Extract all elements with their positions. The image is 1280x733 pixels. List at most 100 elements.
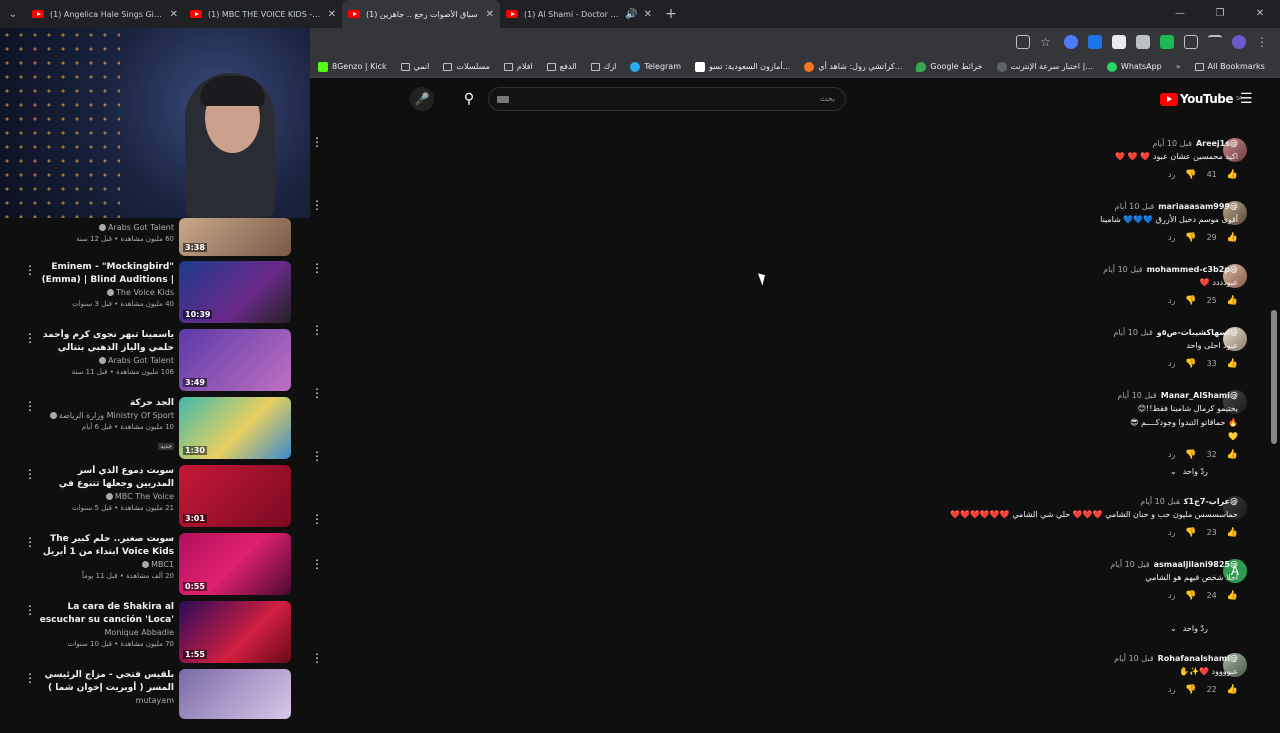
dislike-icon[interactable]: 👎 xyxy=(1185,357,1196,371)
reply-button[interactable]: رد xyxy=(1168,357,1175,371)
extension-icon[interactable] xyxy=(1112,35,1126,49)
reply-button[interactable]: رد xyxy=(1168,168,1175,182)
kebab-menu-icon[interactable]: ⋮ xyxy=(311,449,323,463)
video-thumbnail[interactable]: 3:49 xyxy=(179,329,291,391)
tab-2[interactable]: (1) MBC THE VOICE KIDS - You ✕ xyxy=(184,0,342,28)
comment-author[interactable]: @Manar_AlShami xyxy=(1161,391,1238,400)
video-item[interactable]: ⋮ La cara de Shakira al escuchar su canc… xyxy=(0,601,310,665)
tab-1[interactable]: (1) Angelica Hale Sings Girl On ✕ xyxy=(26,0,184,28)
close-tab-icon[interactable]: ✕ xyxy=(328,9,336,20)
comment-time[interactable]: قبل 10 أيام xyxy=(1103,265,1142,274)
comment-time[interactable]: قبل 10 أيام xyxy=(1117,391,1156,400)
like-icon[interactable]: 👍 xyxy=(1227,168,1238,182)
like-icon[interactable]: 👍 xyxy=(1227,589,1238,603)
bookmark-maps[interactable]: Google خرائط xyxy=(916,61,983,72)
bookmark-crunchyroll[interactable]: كراتشي رول: شاهد أي... xyxy=(804,61,902,72)
video-title[interactable]: الجد حركة xyxy=(38,397,174,410)
dislike-icon[interactable]: 👎 xyxy=(1185,231,1196,245)
bookmark-kick[interactable]: 8Genzo | Kick xyxy=(318,61,387,72)
install-app-icon[interactable] xyxy=(1016,35,1030,49)
kebab-menu-icon[interactable]: ⋮ xyxy=(311,261,323,275)
comment-time[interactable]: قبل 10 أيام xyxy=(1115,202,1154,211)
bookmark-folder[interactable]: انمي xyxy=(400,62,429,71)
video-title[interactable]: سوبت صغير.. حلم كبير The Voice Kids ابتد… xyxy=(38,533,174,559)
comment-author[interactable]: @mariaaasam999 xyxy=(1158,202,1238,211)
bookmark-amazon[interactable]: أمازون السعودية: تسو... xyxy=(695,61,790,72)
like-icon[interactable]: 👍 xyxy=(1227,683,1238,697)
channel-name[interactable]: Ministry Of Sport وزارة الرياضة xyxy=(38,410,174,422)
like-icon[interactable]: 👍 xyxy=(1227,294,1238,308)
channel-name[interactable]: The Voice Kids xyxy=(38,287,174,299)
hamburger-menu-icon[interactable]: ☰ xyxy=(1240,92,1253,106)
channel-name[interactable]: mutayam xyxy=(38,695,174,707)
youtube-logo[interactable]: YouTube SA xyxy=(1160,92,1242,106)
video-item[interactable]: ⋮ Eminem - "Mockingbird" (Emma) | Blind … xyxy=(0,261,310,325)
comment-time[interactable]: قبل 10 أيام xyxy=(1153,139,1192,148)
video-thumbnail[interactable] xyxy=(179,669,291,719)
bookmark-whatsapp[interactable]: WhatsApp xyxy=(1106,61,1162,72)
tab-search-icon[interactable]: ⌄ xyxy=(0,0,26,28)
kebab-menu-icon[interactable]: ⋮ xyxy=(311,135,323,149)
page-scrollbar[interactable] xyxy=(1271,310,1277,444)
video-item[interactable]: ⋮ سوبت دموع الذي أسر المدربين وجعلها تتن… xyxy=(0,465,310,529)
bookmark-telegram[interactable]: Telegram xyxy=(630,61,681,72)
comment-time[interactable]: قبل 10 أيام xyxy=(1110,560,1149,569)
comment-author[interactable]: @اسهاكشيبات-ص٥و xyxy=(1157,328,1238,337)
reply-button[interactable]: رد xyxy=(1168,231,1175,245)
channel-name[interactable]: Arabs Got Talent xyxy=(38,355,174,367)
channel-name[interactable]: MBC1 xyxy=(38,559,174,571)
kebab-menu-icon[interactable]: ⋮ xyxy=(311,198,323,212)
show-replies-button[interactable]: ⌄ ردّ واحد xyxy=(1170,624,1208,633)
dislike-icon[interactable]: 👎 xyxy=(1185,526,1196,540)
mute-tab-icon[interactable]: 🔊 xyxy=(625,9,637,20)
video-item[interactable]: ⋮ الجد حركة Ministry Of Sport وزارة الري… xyxy=(0,397,310,461)
dislike-icon[interactable]: 👎 xyxy=(1185,589,1196,603)
kebab-menu-icon[interactable]: ⋮ xyxy=(311,557,323,571)
like-icon[interactable]: 👍 xyxy=(1227,231,1238,245)
close-window-icon[interactable]: ✕ xyxy=(1240,0,1280,28)
extension-icon[interactable] xyxy=(1160,35,1174,49)
close-tab-icon[interactable]: ✕ xyxy=(486,9,494,20)
restore-icon[interactable]: ❐ xyxy=(1200,0,1240,28)
minimize-icon[interactable]: — xyxy=(1160,0,1200,28)
video-title[interactable]: ياسمينا تبهر نجوى كرم وأحمد حلمي والياز … xyxy=(38,329,174,355)
like-icon[interactable]: 👍 xyxy=(1227,448,1238,462)
kebab-menu-icon[interactable]: ⋮ xyxy=(24,331,36,345)
kebab-menu-icon[interactable]: ⋮ xyxy=(24,467,36,481)
voice-search-button[interactable]: 🎤 xyxy=(410,87,434,111)
video-thumbnail[interactable]: 0:55 xyxy=(179,533,291,595)
video-item[interactable]: ⋮ ياسمينا تبهر نجوى كرم وأحمد حلمي واليا… xyxy=(0,329,310,393)
comment-time[interactable]: قبل 10 أيام xyxy=(1140,497,1180,506)
kebab-menu-icon[interactable]: ⋮ xyxy=(311,651,323,665)
dislike-icon[interactable]: 👎 xyxy=(1185,168,1196,182)
reply-button[interactable]: رد xyxy=(1168,526,1175,540)
search-input[interactable]: بحث xyxy=(488,87,846,111)
video-thumbnail[interactable]: 1:55 xyxy=(179,601,291,663)
bookmark-star-icon[interactable]: ☆ xyxy=(1040,35,1054,49)
dislike-icon[interactable]: 👎 xyxy=(1185,448,1196,462)
close-tab-icon[interactable]: ✕ xyxy=(644,9,652,20)
video-title[interactable]: Eminem - "Mockingbird" (Emma) | Blind Au… xyxy=(38,261,174,287)
video-title[interactable]: La cara de Shakira al escuchar su canció… xyxy=(38,601,174,627)
tab-4[interactable]: (1) Al Shami - Doctor [Offici 🔊 ✕ xyxy=(500,0,658,28)
bookmark-folder[interactable]: ازك xyxy=(590,62,616,71)
channel-name[interactable]: Monique Abbadie xyxy=(38,627,174,639)
menu-kebab-icon[interactable]: ⋮ xyxy=(1256,35,1270,49)
comment-time[interactable]: قبل 10 أيام xyxy=(1114,654,1153,663)
bookmark-speedtest[interactable]: اختبار سرعة الإنترنت |... xyxy=(996,61,1093,72)
video-thumbnail[interactable]: 3:01 xyxy=(179,465,291,527)
close-tab-icon[interactable]: ✕ xyxy=(170,9,178,20)
video-thumbnail[interactable]: 10:39 xyxy=(179,261,291,323)
comment-time[interactable]: قبل 10 أيام xyxy=(1113,328,1152,337)
kebab-menu-icon[interactable]: ⋮ xyxy=(311,512,323,526)
extension-icon[interactable] xyxy=(1136,35,1150,49)
bookmark-folder[interactable]: افلام xyxy=(503,62,533,71)
comment-author[interactable]: @asmaaljilani9825 xyxy=(1154,560,1238,569)
reply-button[interactable]: رد xyxy=(1168,448,1175,462)
kebab-menu-icon[interactable]: ⋮ xyxy=(24,535,36,549)
extension-icon[interactable] xyxy=(1088,35,1102,49)
kebab-menu-icon[interactable]: ⋮ xyxy=(24,603,36,617)
bookmark-folder[interactable]: الدفع xyxy=(546,62,577,71)
kebab-menu-icon[interactable]: ⋮ xyxy=(24,671,36,685)
channel-name[interactable]: Arabs Got Talent xyxy=(38,222,174,234)
